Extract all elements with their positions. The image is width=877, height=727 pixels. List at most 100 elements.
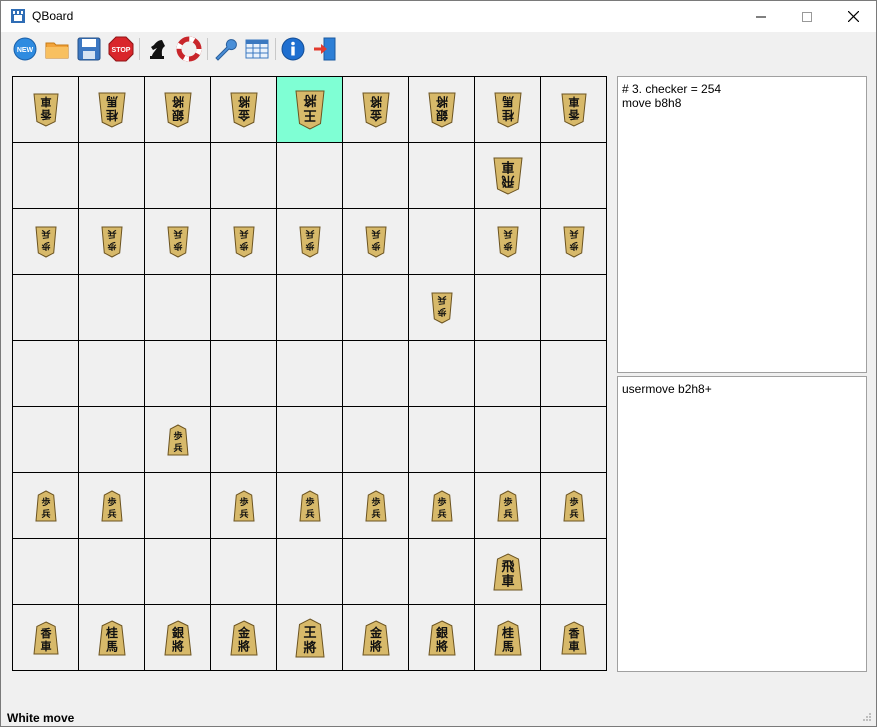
gote-gold-piece[interactable]: 金將 <box>230 92 258 128</box>
gote-silver-piece[interactable]: 銀將 <box>164 92 192 128</box>
board-square[interactable] <box>145 143 211 209</box>
board-square[interactable] <box>211 275 277 341</box>
board-square[interactable] <box>475 341 541 407</box>
board-square[interactable] <box>145 341 211 407</box>
board-square[interactable] <box>211 407 277 473</box>
maximize-button[interactable] <box>784 1 830 32</box>
sente-pawn-piece[interactable]: 歩兵 <box>431 490 453 522</box>
sente-silver-piece[interactable]: 銀將 <box>428 620 456 656</box>
sente-pawn-piece[interactable]: 歩兵 <box>233 490 255 522</box>
board-square[interactable] <box>145 275 211 341</box>
gote-rook-piece[interactable]: 飛車 <box>493 157 523 195</box>
gote-pawn-piece[interactable]: 歩兵 <box>35 226 57 258</box>
board-square[interactable] <box>343 407 409 473</box>
gote-pawn-piece[interactable]: 歩兵 <box>233 226 255 258</box>
sente-pawn-piece[interactable]: 歩兵 <box>101 490 123 522</box>
engine-output-panel[interactable]: # 3. checker = 254 move b8h8 <box>617 76 867 373</box>
sente-silver-piece[interactable]: 銀將 <box>164 620 192 656</box>
gote-knight-piece[interactable]: 桂馬 <box>98 92 126 128</box>
gote-pawn-piece[interactable]: 歩兵 <box>167 226 189 258</box>
board-square[interactable] <box>13 407 79 473</box>
board-square[interactable] <box>541 275 607 341</box>
sente-pawn-piece[interactable]: 歩兵 <box>167 424 189 456</box>
sente-pawn-piece[interactable]: 歩兵 <box>563 490 585 522</box>
board-square[interactable] <box>343 275 409 341</box>
gote-knight-piece[interactable]: 桂馬 <box>494 92 522 128</box>
close-button[interactable] <box>830 1 876 32</box>
shogi-board[interactable]: 香車桂馬銀將金將王將金將銀將桂馬香車飛車歩兵歩兵歩兵歩兵歩兵歩兵歩兵歩兵歩兵歩兵… <box>12 76 607 671</box>
board-square[interactable] <box>13 275 79 341</box>
board-square[interactable] <box>13 539 79 605</box>
sente-pawn-piece[interactable]: 歩兵 <box>35 490 57 522</box>
board-square[interactable] <box>409 539 475 605</box>
board-square[interactable] <box>79 407 145 473</box>
board-square[interactable] <box>277 341 343 407</box>
board-square[interactable] <box>277 539 343 605</box>
command-log-panel[interactable]: usermove b2h8+ <box>617 376 867 672</box>
resize-grip-icon[interactable] <box>862 712 872 722</box>
flip-board-button[interactable] <box>176 36 202 62</box>
gote-pawn-piece[interactable]: 歩兵 <box>101 226 123 258</box>
new-game-button[interactable]: NEW <box>12 36 38 62</box>
board-square[interactable] <box>277 143 343 209</box>
minimize-button[interactable] <box>738 1 784 32</box>
gote-pawn-piece[interactable]: 歩兵 <box>497 226 519 258</box>
board-square[interactable] <box>541 407 607 473</box>
sente-lance-piece[interactable]: 香車 <box>33 621 59 655</box>
gote-pawn-piece[interactable]: 歩兵 <box>299 226 321 258</box>
sente-pawn-piece[interactable]: 歩兵 <box>497 490 519 522</box>
sente-lance-piece[interactable]: 香車 <box>561 621 587 655</box>
board-square[interactable] <box>211 143 277 209</box>
board-square[interactable] <box>211 539 277 605</box>
engine-button[interactable] <box>144 36 170 62</box>
sente-pawn-piece[interactable]: 歩兵 <box>299 490 321 522</box>
board-square[interactable] <box>145 539 211 605</box>
board-square[interactable] <box>79 341 145 407</box>
board-square[interactable] <box>79 539 145 605</box>
board-square[interactable] <box>145 473 211 539</box>
toolbar: NEW STOP <box>1 32 876 66</box>
piece-glyph: 車 <box>41 639 52 653</box>
board-square[interactable] <box>343 539 409 605</box>
sente-king-piece[interactable]: 王將 <box>295 618 325 658</box>
board-square[interactable] <box>541 539 607 605</box>
board-square[interactable] <box>409 341 475 407</box>
board-square[interactable] <box>13 143 79 209</box>
exit-button[interactable] <box>312 36 338 62</box>
board-square[interactable] <box>409 209 475 275</box>
board-square[interactable] <box>343 143 409 209</box>
board-square[interactable] <box>541 341 607 407</box>
board-square[interactable] <box>79 143 145 209</box>
sente-pawn-piece[interactable]: 歩兵 <box>365 490 387 522</box>
board-square[interactable] <box>541 143 607 209</box>
gote-silver-piece[interactable]: 銀將 <box>428 92 456 128</box>
table-button[interactable] <box>244 36 270 62</box>
sente-gold-piece[interactable]: 金將 <box>230 620 258 656</box>
settings-button[interactable] <box>212 36 238 62</box>
sente-rook-piece[interactable]: 飛車 <box>493 553 523 591</box>
save-button[interactable] <box>76 36 102 62</box>
board-square[interactable] <box>13 341 79 407</box>
board-square[interactable] <box>79 275 145 341</box>
gote-lance-piece[interactable]: 香車 <box>33 93 59 127</box>
info-button[interactable] <box>280 36 306 62</box>
board-square[interactable] <box>475 407 541 473</box>
stop-button[interactable]: STOP <box>108 36 134 62</box>
board-square[interactable] <box>211 341 277 407</box>
board-square[interactable] <box>343 341 409 407</box>
board-square[interactable] <box>277 407 343 473</box>
gote-pawn-piece[interactable]: 歩兵 <box>431 292 453 324</box>
gote-pawn-piece[interactable]: 歩兵 <box>365 226 387 258</box>
sente-knight-piece[interactable]: 桂馬 <box>494 620 522 656</box>
board-square[interactable] <box>409 143 475 209</box>
gote-king-piece[interactable]: 王將 <box>295 90 325 130</box>
gote-lance-piece[interactable]: 香車 <box>561 93 587 127</box>
board-square[interactable] <box>277 275 343 341</box>
board-square[interactable] <box>409 407 475 473</box>
sente-knight-piece[interactable]: 桂馬 <box>98 620 126 656</box>
gote-gold-piece[interactable]: 金將 <box>362 92 390 128</box>
open-button[interactable] <box>44 36 70 62</box>
board-square[interactable] <box>475 275 541 341</box>
sente-gold-piece[interactable]: 金將 <box>362 620 390 656</box>
gote-pawn-piece[interactable]: 歩兵 <box>563 226 585 258</box>
